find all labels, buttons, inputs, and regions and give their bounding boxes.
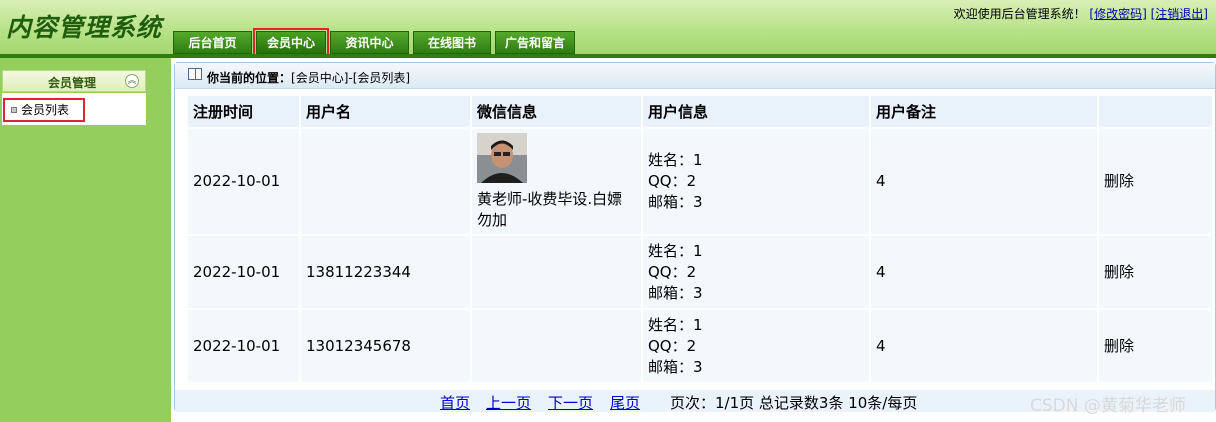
table-row: 2022-10-01 黄老师-收费毕设.白嫖勿加 姓名：1 QQ：2 邮箱：3 [186, 127, 1214, 236]
info-qq: QQ：2 [648, 336, 697, 355]
cell-reg-time: 2022-10-01 [186, 127, 301, 236]
cell-remark: 4 [869, 308, 1099, 384]
info-qq: QQ：2 [648, 172, 697, 190]
sidebar-section-title: 会员管理 [48, 76, 97, 90]
wechat-nickname: 黄老师-收费毕设.白嫖勿加 [477, 189, 623, 229]
main-panel: 你当前的位置：[会员中心]-[会员列表] 注册时间 用户名 微信信息 用户信息 … [174, 62, 1216, 412]
info-qq: QQ：2 [648, 262, 697, 281]
delete-button[interactable]: 删除 [1104, 337, 1134, 355]
col-header-remark: 用户备注 [869, 94, 1099, 129]
tab-online-books[interactable]: 在线图书 [413, 31, 491, 54]
info-name: 姓名：1 [648, 241, 703, 260]
wechat-avatar [477, 132, 527, 183]
cell-reg-time: 2022-10-01 [186, 308, 301, 384]
main-nav-tabs: 后台首页 会员中心 资讯中心 在线图书 广告和留言 [173, 28, 579, 57]
cell-username: 13012345678 [299, 308, 472, 384]
tab-news-center[interactable]: 资讯中心 [330, 31, 409, 54]
cell-action: 删除 [1097, 127, 1214, 236]
header-divider [0, 54, 1216, 58]
tab-member-center[interactable]: 会员中心 [253, 28, 329, 57]
header-bar: 内容管理系统 欢迎使用后台管理系统！ [修改密码] [注销退出] 后台首页 会员… [0, 0, 1216, 58]
breadcrumb-text: 你当前的位置：[会员中心]-[会员列表] [207, 69, 410, 86]
info-name: 姓名：1 [648, 151, 703, 169]
cell-wechat: 黄老师-收费毕设.白嫖勿加 [470, 127, 643, 236]
info-email: 邮箱：3 [648, 357, 703, 376]
next-page-link[interactable]: 下一页 [548, 392, 593, 413]
table-row: 2022-10-01 13012345678 姓名：1 QQ：2 邮箱：3 4 … [186, 308, 1214, 384]
cell-remark: 4 [869, 234, 1099, 310]
app-title: 内容管理系统 [6, 13, 163, 42]
watermark: CSDN @黄菊华老师 [1030, 396, 1186, 416]
col-header-action [1097, 94, 1214, 129]
info-email: 邮箱：3 [648, 193, 703, 211]
sidebar-section-body: 会员列表 [2, 93, 146, 125]
cell-username: 13811223344 [299, 234, 472, 310]
tab-ads-messages[interactable]: 广告和留言 [495, 31, 575, 54]
col-header-wechat: 微信信息 [470, 94, 643, 129]
cell-wechat [470, 234, 643, 310]
prev-page-link[interactable]: 上一页 [486, 392, 531, 413]
cell-action: 删除 [1097, 308, 1214, 384]
cell-user-info: 姓名：1 QQ：2 邮箱：3 [641, 127, 871, 236]
collapse-chevron-icon[interactable]: ︽ [125, 74, 139, 88]
breadcrumb-prefix: 你当前的位置： [207, 71, 292, 85]
sidebar: 会员管理 ︽ 会员列表 [0, 58, 171, 422]
cell-username [299, 127, 472, 236]
logout-link[interactable]: [注销退出] [1151, 7, 1208, 21]
info-email: 邮箱：3 [648, 283, 703, 302]
delete-button[interactable]: 删除 [1104, 172, 1134, 190]
cell-user-info: 姓名：1 QQ：2 邮箱：3 [641, 308, 871, 384]
bullet-icon [11, 107, 17, 113]
tab-home[interactable]: 后台首页 [173, 31, 252, 54]
cell-wechat [470, 308, 643, 384]
info-name: 姓名：1 [648, 315, 703, 334]
col-header-username: 用户名 [299, 94, 472, 129]
member-table: 注册时间 用户名 微信信息 用户信息 用户备注 2022-10-01 黄老师-收… [186, 94, 1214, 384]
delete-button[interactable]: 删除 [1104, 263, 1134, 281]
cell-action: 删除 [1097, 234, 1214, 310]
breadcrumb: 你当前的位置：[会员中心]-[会员列表] [175, 63, 1215, 89]
cell-reg-time: 2022-10-01 [186, 234, 301, 310]
last-page-link[interactable]: 尾页 [610, 392, 640, 413]
col-header-user-info: 用户信息 [641, 94, 871, 129]
sidebar-section-header[interactable]: 会员管理 ︽ [2, 70, 146, 92]
first-page-link[interactable]: 首页 [440, 392, 470, 413]
cell-user-info: 姓名：1 QQ：2 邮箱：3 [641, 234, 871, 310]
sidebar-item-label: 会员列表 [21, 103, 70, 117]
location-book-icon [188, 68, 202, 80]
page-info: 页次：1/1页 总记录数3条 10条/每页 [670, 394, 918, 412]
table-row: 2022-10-01 13811223344 姓名：1 QQ：2 邮箱：3 4 … [186, 234, 1214, 310]
breadcrumb-path: [会员中心]-[会员列表] [291, 71, 411, 85]
col-header-reg-time: 注册时间 [186, 94, 301, 129]
table-header-row: 注册时间 用户名 微信信息 用户信息 用户备注 [186, 94, 1214, 129]
sidebar-item-member-list[interactable]: 会员列表 [3, 98, 85, 122]
cell-remark: 4 [869, 127, 1099, 236]
welcome-text: 欢迎使用后台管理系统！ [953, 7, 1086, 21]
change-password-link[interactable]: [修改密码] [1089, 7, 1146, 21]
welcome-bar: 欢迎使用后台管理系统！ [修改密码] [注销退出] [954, 5, 1208, 22]
